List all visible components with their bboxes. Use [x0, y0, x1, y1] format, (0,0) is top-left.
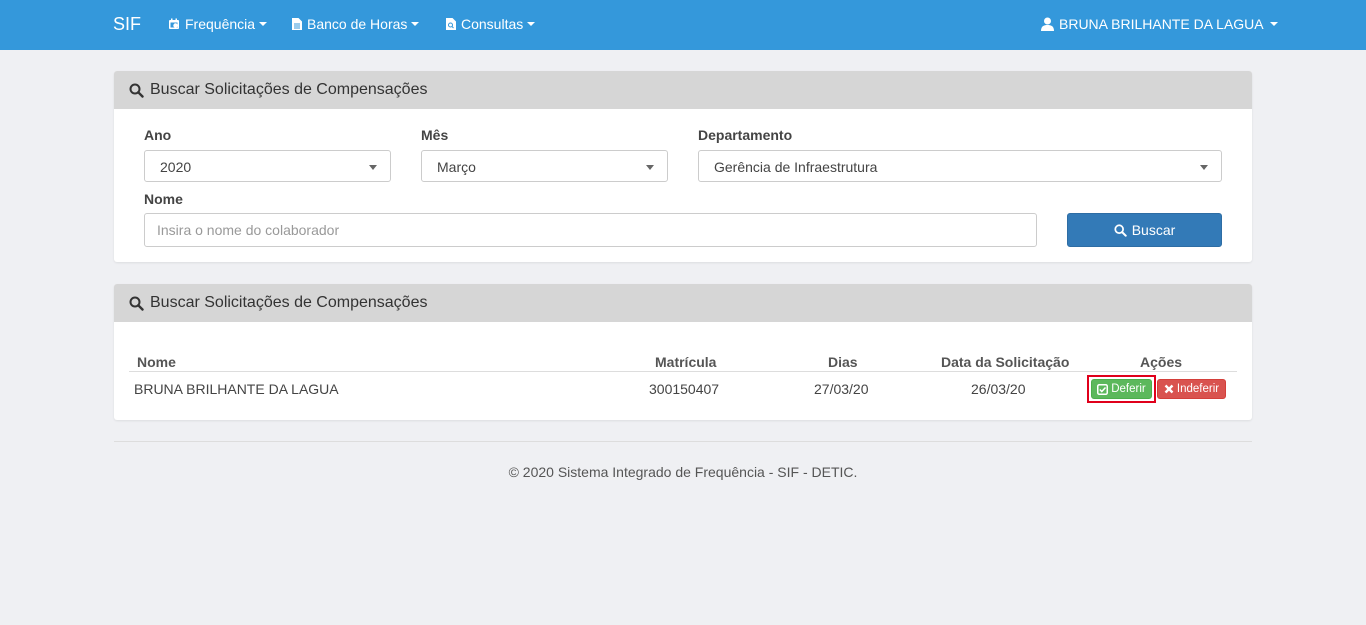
search-icon: [1114, 223, 1127, 237]
close-icon: [1164, 384, 1174, 394]
deferir-button[interactable]: Deferir: [1091, 379, 1152, 399]
ano-label: Ano: [144, 127, 172, 143]
nav-menu-label: Consultas: [461, 16, 524, 32]
search-icon: [129, 296, 144, 311]
mes-select-value: Março: [437, 159, 476, 175]
document-icon: [292, 18, 302, 30]
caret-down-icon: [259, 22, 268, 26]
departamento-select[interactable]: Gerência de Infraestrutura: [698, 150, 1222, 182]
calendar-icon: [169, 18, 179, 29]
nome-search-input[interactable]: [144, 213, 1037, 247]
nav-menu-frequencia[interactable]: Frequência: [168, 16, 268, 32]
row-matricula: 300150407: [649, 381, 720, 397]
nav-menu-banco-de-horas[interactable]: Banco de Horas: [292, 16, 420, 32]
buscar-button[interactable]: Buscar: [1067, 213, 1222, 247]
search-panel-title: Buscar Solicitações de Compensações: [150, 81, 428, 98]
column-header-dias: Dias: [828, 354, 858, 370]
search-icon: [129, 83, 144, 98]
column-header-matricula: Matrícula: [655, 354, 717, 370]
nav-menu-label: Banco de Horas: [307, 16, 408, 32]
results-panel-title: Buscar Solicitações de Compensações: [150, 294, 428, 311]
ano-select[interactable]: 2020: [144, 150, 391, 182]
document-search-icon: [446, 18, 456, 30]
check-square-icon: [1097, 383, 1109, 395]
search-panel-heading: Buscar Solicitações de Compensações: [114, 71, 1252, 109]
results-panel: Buscar Solicitações de Compensações: [114, 284, 1252, 420]
user-menu[interactable]: BRUNA BRILHANTE DA LAGUA: [1041, 16, 1278, 32]
dropdown-arrow-icon: [1200, 165, 1208, 170]
caret-down-icon: [411, 22, 420, 26]
column-header-data-solicitacao: Data da Solicitação: [941, 354, 1070, 370]
mes-select[interactable]: Março: [421, 150, 668, 182]
footer-divider: [114, 441, 1252, 442]
caret-down-icon: [527, 22, 536, 26]
caret-down-icon: [1269, 22, 1278, 26]
ano-select-value: 2020: [160, 159, 192, 175]
dropdown-arrow-icon: [369, 165, 377, 170]
departamento-label: Departamento: [698, 127, 793, 143]
column-header-nome: Nome: [137, 354, 176, 370]
results-panel-heading: Buscar Solicitações de Compensações: [114, 284, 1252, 322]
top-navbar: SIF Frequência Banco de Horas Consultas: [0, 0, 1366, 50]
row-dias: 27/03/20: [814, 381, 869, 397]
indeferir-button-label: Indeferir: [1176, 383, 1220, 395]
user-icon: [1041, 17, 1054, 31]
departamento-select-value: Gerência de Infraestrutura: [714, 159, 878, 175]
buscar-button-label: Buscar: [1131, 222, 1176, 238]
column-header-acoes: Ações: [1140, 354, 1183, 370]
nome-label: Nome: [144, 191, 183, 207]
row-nome: BRUNA BRILHANTE DA LAGUA: [134, 381, 339, 397]
deferir-button-label: Deferir: [1111, 383, 1146, 395]
brand-logo[interactable]: SIF: [113, 14, 141, 35]
nav-menu-label: Frequência: [185, 16, 256, 32]
table-divider: [129, 371, 1237, 372]
user-name: BRUNA BRILHANTE DA LAGUA: [1059, 16, 1264, 32]
footer-copyright: © 2020 Sistema Integrado de Frequência -…: [508, 464, 858, 480]
row-data-solicitacao: 26/03/20: [971, 381, 1026, 397]
nav-menu-consultas[interactable]: Consultas: [446, 16, 536, 32]
dropdown-arrow-icon: [646, 165, 654, 170]
indeferir-button[interactable]: Indeferir: [1157, 379, 1226, 399]
mes-label: Mês: [421, 127, 449, 143]
